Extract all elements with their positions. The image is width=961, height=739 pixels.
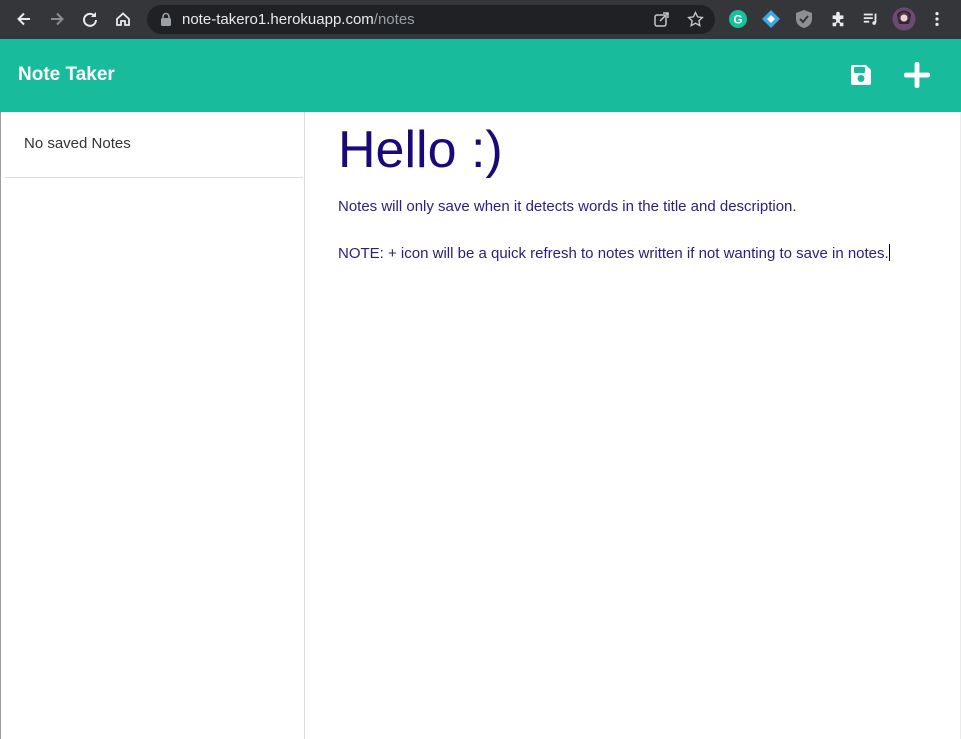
note-body-line-2-text: NOTE: + icon will be a quick refresh to …	[338, 245, 889, 262]
note-body-line-2: NOTE: + icon will be a quick refresh to …	[338, 242, 938, 266]
diamond-extension-icon[interactable]	[761, 9, 781, 29]
plus-icon	[904, 62, 930, 88]
svg-text:G: G	[733, 13, 742, 27]
list-item-empty-notes: No saved Notes	[5, 112, 303, 178]
save-note-button[interactable]	[847, 61, 875, 89]
forward-button[interactable]	[46, 8, 68, 30]
url-text: note-takero1.herokuapp.com/notes	[182, 11, 415, 28]
no-saved-notes-label: No saved Notes	[24, 135, 131, 152]
back-arrow-icon	[17, 12, 30, 26]
share-icon[interactable]	[653, 11, 670, 28]
lock-icon	[161, 12, 171, 26]
reload-icon	[83, 12, 97, 27]
shield-extension-icon[interactable]	[794, 9, 814, 29]
url-path: /notes	[373, 11, 415, 28]
browser-toolbar: note-takero1.herokuapp.com/notes G	[0, 0, 961, 39]
forward-arrow-icon	[51, 12, 64, 26]
note-text-area[interactable]: Notes will only save when it detects wor…	[338, 195, 938, 289]
new-note-button[interactable]	[903, 61, 931, 89]
bookmark-star-icon[interactable]	[687, 11, 704, 28]
extensions-puzzle-icon[interactable]	[828, 9, 848, 29]
note-body-line-1: Notes will only save when it detects wor…	[338, 198, 797, 215]
browser-menu-icon[interactable]	[927, 9, 947, 29]
grammarly-extension-icon[interactable]: G	[728, 9, 748, 29]
text-cursor	[888, 244, 890, 261]
back-button[interactable]	[13, 8, 35, 30]
note-editor: Hello :) Notes will only save when it de…	[305, 112, 961, 739]
address-bar[interactable]: note-takero1.herokuapp.com/notes	[147, 5, 715, 34]
profile-avatar[interactable]	[892, 7, 916, 31]
app-title[interactable]: Note Taker	[18, 64, 115, 86]
notes-sidebar: No saved Notes	[0, 112, 305, 739]
save-icon	[851, 65, 871, 85]
reload-button[interactable]	[79, 8, 101, 30]
app-navbar: Note Taker	[0, 39, 961, 112]
url-domain: note-takero1.herokuapp.com	[182, 11, 374, 28]
note-title-input[interactable]: Hello :)	[338, 124, 503, 176]
media-playlist-icon[interactable]	[861, 9, 881, 29]
home-button[interactable]	[112, 8, 134, 30]
home-icon	[116, 12, 130, 26]
